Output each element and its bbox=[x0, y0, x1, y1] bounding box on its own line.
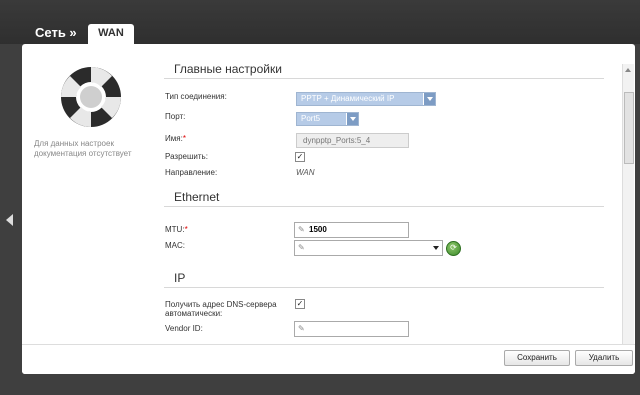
scroll-thumb[interactable] bbox=[624, 92, 634, 164]
breadcrumb[interactable]: Сеть » bbox=[35, 25, 77, 40]
mtu-label: MTU:* bbox=[165, 225, 188, 234]
section-title-main: Главные настройки bbox=[174, 62, 282, 76]
help-column: Для данных настроек документация отсутст… bbox=[22, 44, 162, 374]
chevron-down-icon[interactable] bbox=[433, 246, 439, 250]
app-frame: Сеть » WAN Для данных настроек документа… bbox=[0, 0, 640, 395]
delete-button[interactable]: Удалить bbox=[575, 350, 633, 366]
mtu-value: 1500 bbox=[309, 225, 327, 234]
conn-type-value: PPTP + Динамический IP bbox=[301, 94, 395, 103]
enable-checkbox[interactable]: ✓ bbox=[295, 152, 305, 162]
scrollbar[interactable] bbox=[622, 64, 634, 356]
vendor-label: Vendor ID: bbox=[165, 324, 203, 333]
pencil-icon: ✎ bbox=[298, 225, 305, 234]
port-value: Port5 bbox=[301, 114, 321, 123]
top-bar: Сеть » WAN bbox=[0, 0, 640, 44]
dns-auto-checkbox[interactable]: ✓ bbox=[295, 299, 305, 309]
mtu-input[interactable]: ✎ 1500 bbox=[294, 222, 409, 238]
main-panel: Для данных настроек документация отсутст… bbox=[22, 44, 635, 374]
scroll-up-icon[interactable] bbox=[625, 68, 631, 72]
chevron-down-icon[interactable] bbox=[423, 93, 435, 105]
conn-type-select[interactable]: PPTP + Динамический IP bbox=[296, 92, 436, 106]
name-label: Имя:* bbox=[165, 134, 186, 143]
vendor-input[interactable]: ✎ bbox=[294, 321, 409, 337]
lifebuoy-icon bbox=[61, 67, 121, 127]
refresh-icon[interactable]: ⟳ bbox=[446, 241, 461, 256]
chevron-down-icon[interactable] bbox=[346, 113, 358, 125]
name-value: dynpptp_Ports:5_4 bbox=[303, 136, 371, 145]
section-divider bbox=[164, 206, 604, 207]
conn-type-label: Тип соединения: bbox=[165, 92, 227, 101]
footer-bar: Сохранить Удалить bbox=[22, 344, 635, 374]
documentation-note: Для данных настроек документация отсутст… bbox=[34, 139, 132, 158]
enable-label: Разрешить: bbox=[165, 152, 208, 161]
dns-auto-label: Получить адрес DNS-сервера автоматически… bbox=[165, 300, 277, 318]
name-input[interactable]: dynpptp_Ports:5_4 bbox=[296, 133, 409, 148]
pencil-icon: ✎ bbox=[298, 243, 305, 252]
direction-label: Направление: bbox=[165, 168, 218, 177]
port-select[interactable]: Port5 bbox=[296, 112, 359, 126]
chevron-left-icon[interactable] bbox=[6, 214, 13, 226]
direction-value: WAN bbox=[296, 168, 315, 177]
section-divider bbox=[164, 287, 604, 288]
pencil-icon: ✎ bbox=[298, 324, 305, 333]
port-label: Порт: bbox=[165, 112, 186, 121]
section-title-ip: IP bbox=[174, 271, 186, 285]
mac-label: MAC: bbox=[165, 241, 185, 250]
tab-wan[interactable]: WAN bbox=[88, 24, 134, 44]
mac-input[interactable]: ✎ bbox=[294, 240, 443, 256]
save-button[interactable]: Сохранить bbox=[504, 350, 570, 366]
section-divider bbox=[164, 78, 604, 79]
section-title-ethernet: Ethernet bbox=[174, 190, 220, 204]
